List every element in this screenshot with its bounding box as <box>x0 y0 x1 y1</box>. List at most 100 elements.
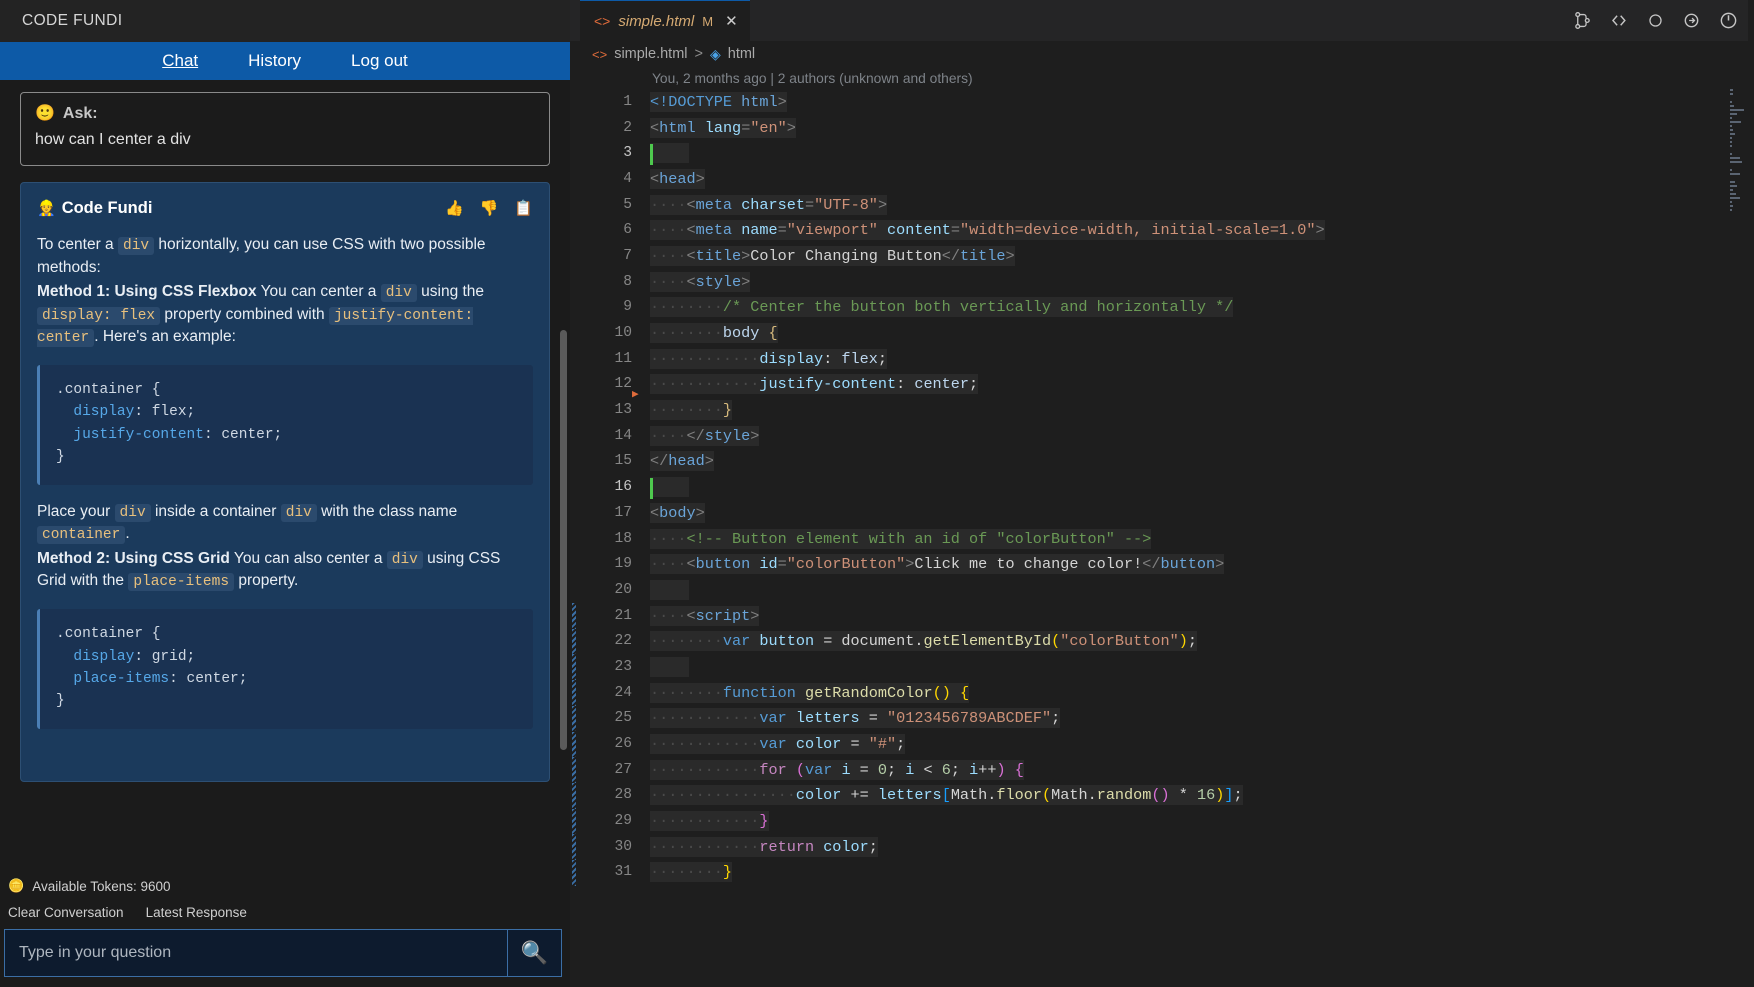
code-token: justify-content <box>759 375 897 394</box>
code2-prop-1: display <box>73 648 135 665</box>
line-number: 16 <box>614 479 632 496</box>
code-line[interactable]: 10 ········body { <box>580 320 1754 346</box>
code-line[interactable]: 5 ····<meta charset="UTF-8"> <box>580 192 1754 218</box>
code-line[interactable]: 30 ············return color; <box>580 834 1754 860</box>
code-token: "0123456789ABCDEF" <box>887 709 1052 728</box>
code-token: ( <box>1041 786 1052 805</box>
code-token: = <box>777 555 787 574</box>
clear-conversation-link[interactable]: Clear Conversation <box>8 905 124 920</box>
breadcrumb-symbol[interactable]: html <box>728 46 755 62</box>
thumbs-down-icon[interactable]: 👎 <box>480 201 499 216</box>
copy-icon[interactable]: 📋 <box>514 201 533 216</box>
close-icon[interactable]: ✕ <box>725 12 738 30</box>
code-token: > <box>750 426 760 445</box>
code1-prop-2: justify-content <box>73 426 204 443</box>
code-line[interactable]: 1 <!DOCTYPE html> <box>580 89 1754 115</box>
code-line[interactable]: 24 ········function getRandomColor() { <box>580 680 1754 706</box>
latest-response-link[interactable]: Latest Response <box>146 905 247 920</box>
thumbs-up-icon[interactable]: 👍 <box>445 201 464 216</box>
code-line[interactable]: 29 ············} <box>580 808 1754 834</box>
nav-item-logout[interactable]: Log out <box>351 51 408 71</box>
code-token: body <box>722 324 760 343</box>
chat-scrollbar[interactable] <box>560 330 567 750</box>
code-line[interactable]: 2 <html lang="en"> <box>580 115 1754 141</box>
minimap-line <box>1730 169 1732 171</box>
source-control-icon[interactable] <box>1573 11 1592 30</box>
code-line[interactable]: 31 ········} <box>580 860 1754 886</box>
p3-text-b: inside a container <box>150 502 281 520</box>
code-line[interactable]: 26 ············var color = "#"; <box>580 731 1754 757</box>
code-line[interactable]: 23 <box>580 654 1754 680</box>
code-line[interactable]: 15 </head> <box>580 449 1754 475</box>
code-line[interactable]: 4 <head> <box>580 166 1754 192</box>
arrow-right-circle-icon[interactable] <box>1682 11 1701 30</box>
code-line[interactable]: 19 ····<button id="colorButton">Click me … <box>580 551 1754 577</box>
code-line[interactable]: 27 ············for (var i = 0; i < 6; i++… <box>580 757 1754 783</box>
breadcrumb-file[interactable]: simple.html <box>614 46 687 62</box>
code-line[interactable]: 16 <box>580 474 1754 500</box>
code-token: } <box>759 812 769 831</box>
code-line[interactable]: 17 <body> <box>580 500 1754 526</box>
nav-item-chat[interactable]: Chat <box>162 51 198 71</box>
code-token: i <box>969 760 979 779</box>
code-fundi-chat-panel: CODE FUNDI Chat History Log out 🙂 Ask: h… <box>0 0 570 987</box>
minimap-line <box>1730 205 1733 207</box>
code-token: var <box>722 632 751 651</box>
code-line[interactable]: 6 ····<meta name="viewport" content="widt… <box>580 217 1754 243</box>
code-line[interactable]: 7 ····<title>Color Changing Button</title… <box>580 243 1754 269</box>
indent-guide: ···· <box>650 529 687 548</box>
code-token: ; <box>1233 786 1243 805</box>
code-line[interactable]: 20 <box>580 577 1754 603</box>
code-token: = <box>859 709 887 728</box>
diff-indicator <box>572 731 576 758</box>
tab-strip-spacer <box>570 0 580 41</box>
power-icon[interactable] <box>1719 11 1738 30</box>
code-line[interactable]: 13 ········} <box>580 397 1754 423</box>
code-line[interactable]: 12 ▶ ············justify-content: center; <box>580 372 1754 401</box>
go-back-icon[interactable] <box>1610 11 1629 30</box>
indent-guide: ···· <box>650 555 687 574</box>
fold-arrow-icon[interactable]: ▶ <box>632 387 639 401</box>
code-lines[interactable]: 1 <!DOCTYPE html> 2 <html lang="en"> 3 4 <hea… <box>580 89 1754 987</box>
code-line[interactable]: 3 <box>580 140 1754 166</box>
minimap-line <box>1730 133 1735 135</box>
minimap-line <box>1730 193 1736 195</box>
code-text: ················color += letters[Math.fl… <box>650 785 1243 806</box>
minimap-line <box>1730 161 1742 163</box>
code-line[interactable]: 18 ····<!-- Button element with an id of … <box>580 526 1754 552</box>
minimap[interactable] <box>1730 89 1746 269</box>
search-submit-button[interactable]: 🔍 <box>508 929 562 977</box>
composer: 🔍 <box>0 925 570 987</box>
assistant-response-card: 👷 Code Fundi 👍 👎 📋 To center a div horiz… <box>20 182 550 782</box>
tab-simple-html[interactable]: <> simple.html M ✕ <box>580 0 750 41</box>
line-number: 13 <box>614 402 632 419</box>
code-text: ········} <box>650 862 733 883</box>
code-token: </ <box>686 426 705 445</box>
code-token: : <box>823 349 842 368</box>
code-token: < <box>686 272 696 291</box>
diff-indicator <box>572 603 576 629</box>
code-line[interactable]: 8 ····<style> <box>580 269 1754 295</box>
code-line[interactable]: 9 ········/* Center the button both verti… <box>580 295 1754 321</box>
code-line[interactable]: 14 ····</style> <box>580 423 1754 449</box>
nav-item-history[interactable]: History <box>248 51 301 71</box>
code-line[interactable]: 25 ············var letters = "0123456789A… <box>580 706 1754 732</box>
question-input[interactable] <box>4 929 508 977</box>
code-token: return <box>759 837 815 856</box>
code-line[interactable]: 21 ····<script> <box>580 603 1754 629</box>
code-token: floor <box>996 786 1042 805</box>
minimap-line <box>1730 189 1734 191</box>
indent-guide: ············ <box>650 349 760 368</box>
code-text: ············return color; <box>650 836 878 857</box>
code-editor-area[interactable]: 1 <!DOCTYPE html> 2 <html lang="en"> 3 4 <hea… <box>570 89 1754 987</box>
line-number: 2 <box>623 119 632 136</box>
code-line[interactable]: 11 ············display: flex; <box>580 346 1754 372</box>
code-token: "colorButton" <box>786 555 906 574</box>
code-token: ) <box>1215 786 1225 805</box>
code-line[interactable]: 28 ················color += letters[Math.… <box>580 783 1754 809</box>
circle-outline-icon[interactable] <box>1647 12 1664 29</box>
html-file-icon: <> <box>594 13 611 29</box>
code-line[interactable]: 22 ········var button = document.getEleme… <box>580 628 1754 654</box>
